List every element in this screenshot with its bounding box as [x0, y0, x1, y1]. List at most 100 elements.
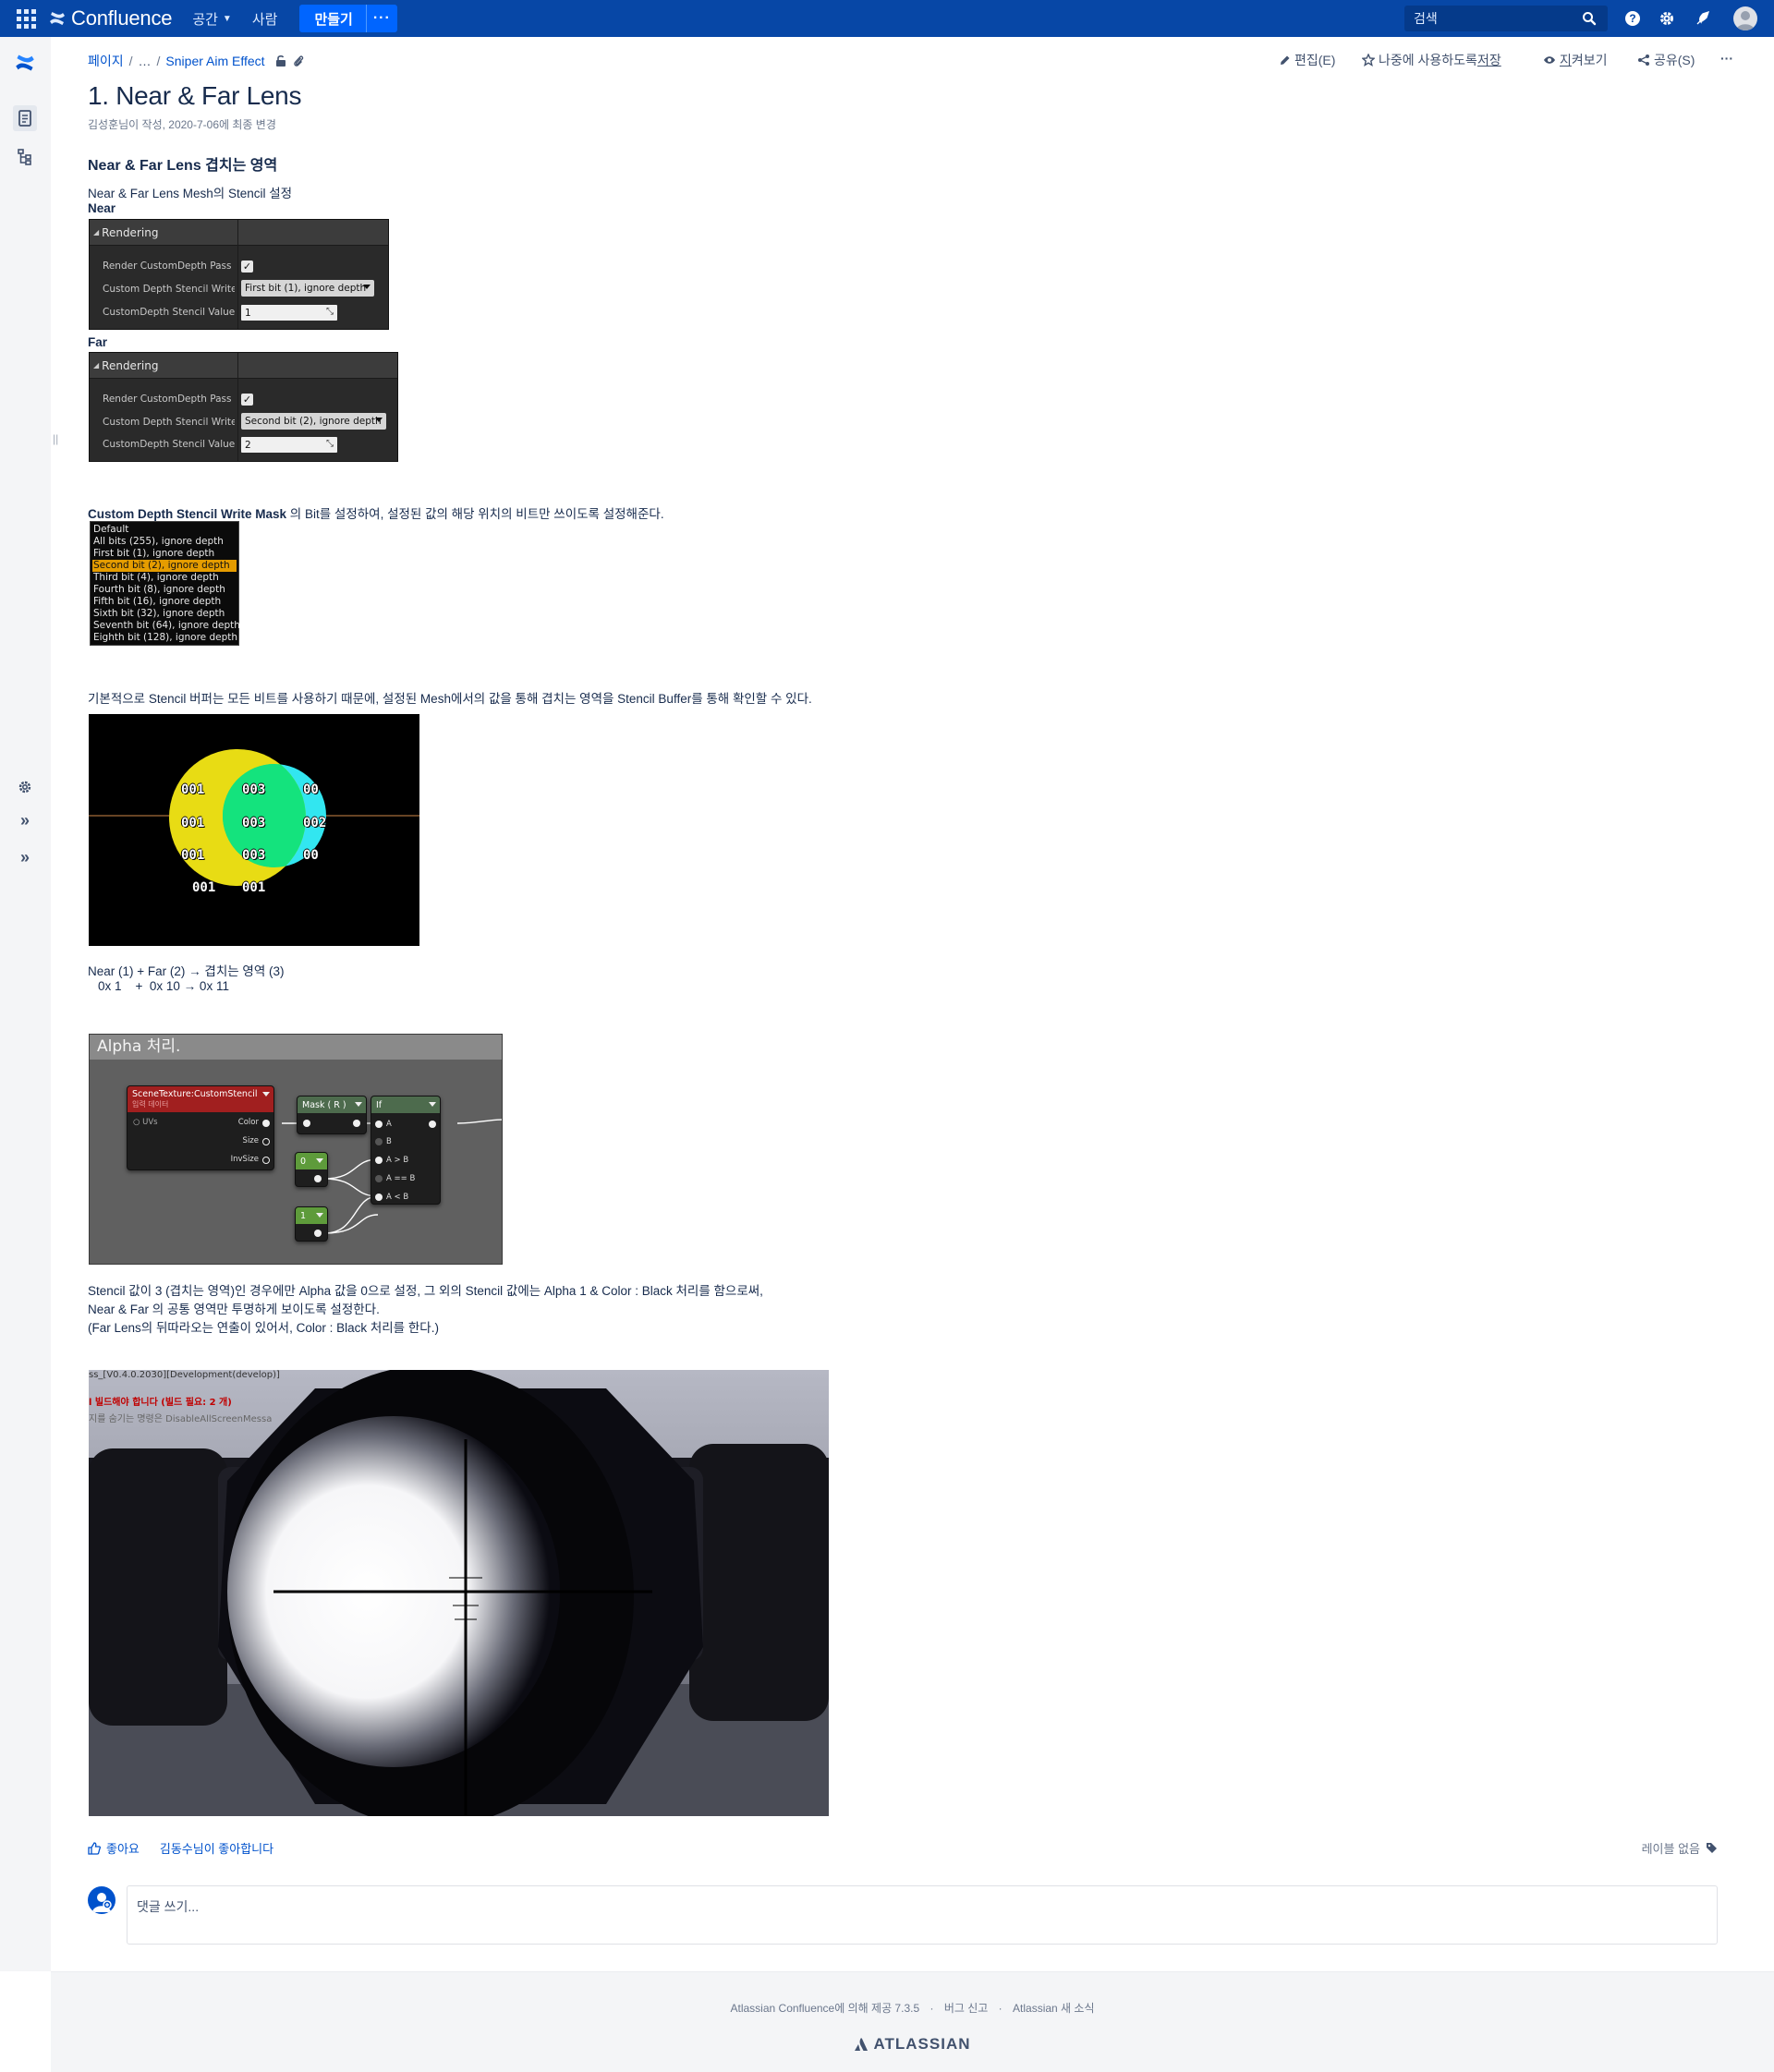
stencil-write-mask-dropdown[interactable]: Second bit (2), ignore depth — [241, 413, 386, 430]
uvs-pin[interactable]: ○ UVs — [133, 1118, 158, 1127]
atlassian-news-link[interactable]: Atlassian 새 소식 — [1013, 2002, 1094, 2015]
expand-sidebar-icon[interactable]: » — [14, 809, 36, 831]
if-pin-a-eq-b[interactable] — [375, 1175, 383, 1182]
report-bug-link[interactable]: 버그 신고 — [944, 2002, 989, 2015]
stencil-description: 기본적으로 Stencil 버퍼는 모든 비트를 사용하기 때문에, 설정된 M… — [88, 692, 812, 706]
nav-spaces[interactable]: 공간 ▼ — [192, 9, 232, 29]
mask-option[interactable]: Seventh bit (64), ignore depth — [92, 620, 240, 632]
chevron-down-icon: ▼ — [222, 13, 232, 24]
help-icon[interactable]: ? — [1623, 9, 1642, 28]
stencil-write-mask-dropdown[interactable]: First bit (1), ignore depth — [241, 280, 374, 297]
mask-option[interactable]: Eighth bit (128), ignore depth — [92, 632, 237, 644]
stencil-write-mask-label: Custom Depth Stencil Write M — [103, 284, 235, 295]
page-tree-icon[interactable] — [14, 146, 36, 168]
stencil-label: 00 — [303, 848, 319, 863]
mask-option[interactable]: Fifth bit (16), ignore depth — [92, 596, 237, 608]
apps-grid-icon[interactable] — [16, 8, 36, 29]
share-button[interactable]: 공유(S) — [1637, 51, 1695, 69]
mask-option[interactable]: Fourth bit (8), ignore depth — [92, 584, 237, 596]
render-customdepth-checkbox[interactable]: ✓ — [241, 394, 253, 406]
collapse-arrow-icon — [316, 1213, 323, 1218]
search-input[interactable]: 검색 — [1404, 6, 1608, 31]
constant-1-value: 1 — [300, 1210, 307, 1221]
expand-sidebar-icon-2[interactable]: » — [14, 846, 36, 868]
settings-icon[interactable] — [1658, 9, 1676, 28]
size-output-pin[interactable] — [262, 1138, 270, 1145]
scope-graphic — [89, 1370, 829, 1816]
save-for-later-button[interactable]: 나중에 사용하도록 저장 — [1362, 51, 1501, 69]
debug-overlay-version: ss_[V0.4.0.2030][Development(develop)] — [89, 1370, 280, 1380]
scene-texture-subtitle: 입력 데이터 — [132, 1100, 169, 1109]
stencil-value-field[interactable]: 1 ⤡ — [241, 305, 337, 321]
create-button[interactable]: 만들기 — [299, 9, 365, 29]
collapse-arrow-icon — [316, 1158, 323, 1163]
space-settings-icon[interactable] — [14, 776, 36, 798]
mask-option[interactable]: Default — [92, 524, 237, 536]
share-icon — [1638, 55, 1649, 66]
mask-option[interactable]: First bit (1), ignore depth — [92, 548, 237, 560]
like-button[interactable]: 좋아요 — [106, 1839, 140, 1857]
more-actions-button[interactable]: ··· — [1720, 51, 1733, 66]
top-navigation-bar: Confluence 공간 ▼ 사람 만들기 ··· 검색 ? — [0, 0, 1774, 37]
color-output-pin[interactable] — [262, 1120, 270, 1127]
mask-output-pin[interactable] — [353, 1120, 360, 1127]
save-for-later-key: 저장 — [1476, 53, 1501, 67]
watch-button[interactable]: 지 켜보기 — [1543, 51, 1608, 69]
search-icon[interactable] — [1582, 11, 1597, 26]
save-for-later-label: 나중에 사용하도록 — [1379, 53, 1477, 67]
edit-button[interactable]: 편집(E) — [1279, 51, 1335, 69]
mask-option[interactable]: Third bit (4), ignore depth — [92, 572, 237, 584]
rendering-category-header[interactable]: ◢ Rendering — [90, 353, 397, 379]
comment-placeholder: 댓글 쓰기... — [137, 1899, 200, 1914]
if-pin-a-gt-b[interactable] — [375, 1157, 383, 1164]
constant-0-node[interactable]: 0 — [295, 1152, 328, 1187]
mask-node[interactable]: Mask ( R ) — [297, 1096, 367, 1134]
stencil-label: 001 — [242, 880, 266, 895]
if-pin-a[interactable] — [375, 1121, 383, 1128]
if-pin-b[interactable] — [375, 1138, 383, 1145]
liked-by-text[interactable]: 김동수님이 좋아합니다 — [160, 1839, 273, 1857]
if-node[interactable]: If A B A > B A == B A < B — [371, 1096, 441, 1205]
stencil-value: 1 — [245, 307, 251, 319]
notifications-icon[interactable] — [1694, 9, 1712, 28]
constant-0-output-pin[interactable] — [314, 1175, 322, 1182]
brand-name: Confluence — [71, 6, 173, 30]
near-label: Near — [88, 201, 116, 215]
stencil-write-mask-label: Custom Depth Stencil Write M — [103, 417, 235, 428]
atlassian-logo[interactable]: ATLASSIAN — [51, 2035, 1774, 2054]
nav-people[interactable]: 사람 — [252, 9, 278, 29]
comment-input[interactable]: 댓글 쓰기... — [127, 1885, 1718, 1945]
if-output-pin[interactable] — [429, 1121, 436, 1128]
stencil-value-label: CustomDepth Stencil Value — [103, 439, 236, 450]
invsize-output-pin[interactable] — [262, 1157, 270, 1164]
mask-option[interactable]: All bits (255), ignore depth — [92, 536, 237, 548]
stencil-label: 001 — [192, 880, 216, 895]
create-button-group: 만들기 ··· — [299, 5, 397, 32]
page-footer: Atlassian Confluence에 의해 제공 7.3.5 · 버그 신… — [51, 1971, 1774, 2072]
far-label: Far — [88, 335, 108, 349]
rendering-category-header[interactable]: ◢ Rendering — [90, 220, 388, 246]
uvs-pin-label: UVs — [142, 1118, 158, 1127]
render-customdepth-checkbox[interactable]: ✓ — [241, 261, 253, 273]
mask-option[interactable]: Sixth bit (32), ignore depth — [92, 608, 237, 620]
sidebar-resize-handle[interactable]: || — [53, 432, 58, 445]
labels-area[interactable]: 레이블 없음 — [1642, 1839, 1718, 1857]
mask-option-selected[interactable]: Second bit (2), ignore depth — [92, 560, 237, 572]
collapse-arrow-icon — [355, 1102, 362, 1107]
pages-icon[interactable] — [13, 105, 37, 131]
footer-separator: · — [998, 2002, 1002, 2015]
stencil-value-field[interactable]: 2 ⤡ — [241, 437, 337, 453]
footer-separator: · — [930, 2002, 934, 2015]
if-pin-a-lt-b[interactable] — [375, 1194, 383, 1201]
mask-input-pin[interactable] — [303, 1120, 310, 1127]
constant-1-output-pin[interactable] — [314, 1230, 322, 1237]
edit-label: 편집(E) — [1294, 53, 1336, 67]
mask-node-title: Mask ( R ) — [302, 1099, 346, 1110]
scene-texture-node[interactable]: SceneTexture:CustomStencil 입력 데이터 ○ UVs … — [127, 1085, 274, 1170]
constant-1-node[interactable]: 1 — [295, 1206, 328, 1242]
confluence-home-link[interactable]: Confluence — [49, 6, 173, 30]
mask-description-rest: 의 Bit를 설정하여, 설정된 값의 해당 위치의 비트만 쓰이도록 설정해준… — [286, 507, 664, 521]
user-avatar[interactable] — [1733, 6, 1757, 30]
create-more-button[interactable]: ··· — [365, 5, 397, 32]
intro-text: Near & Far Lens Mesh의 Stencil 설정 — [88, 187, 293, 200]
